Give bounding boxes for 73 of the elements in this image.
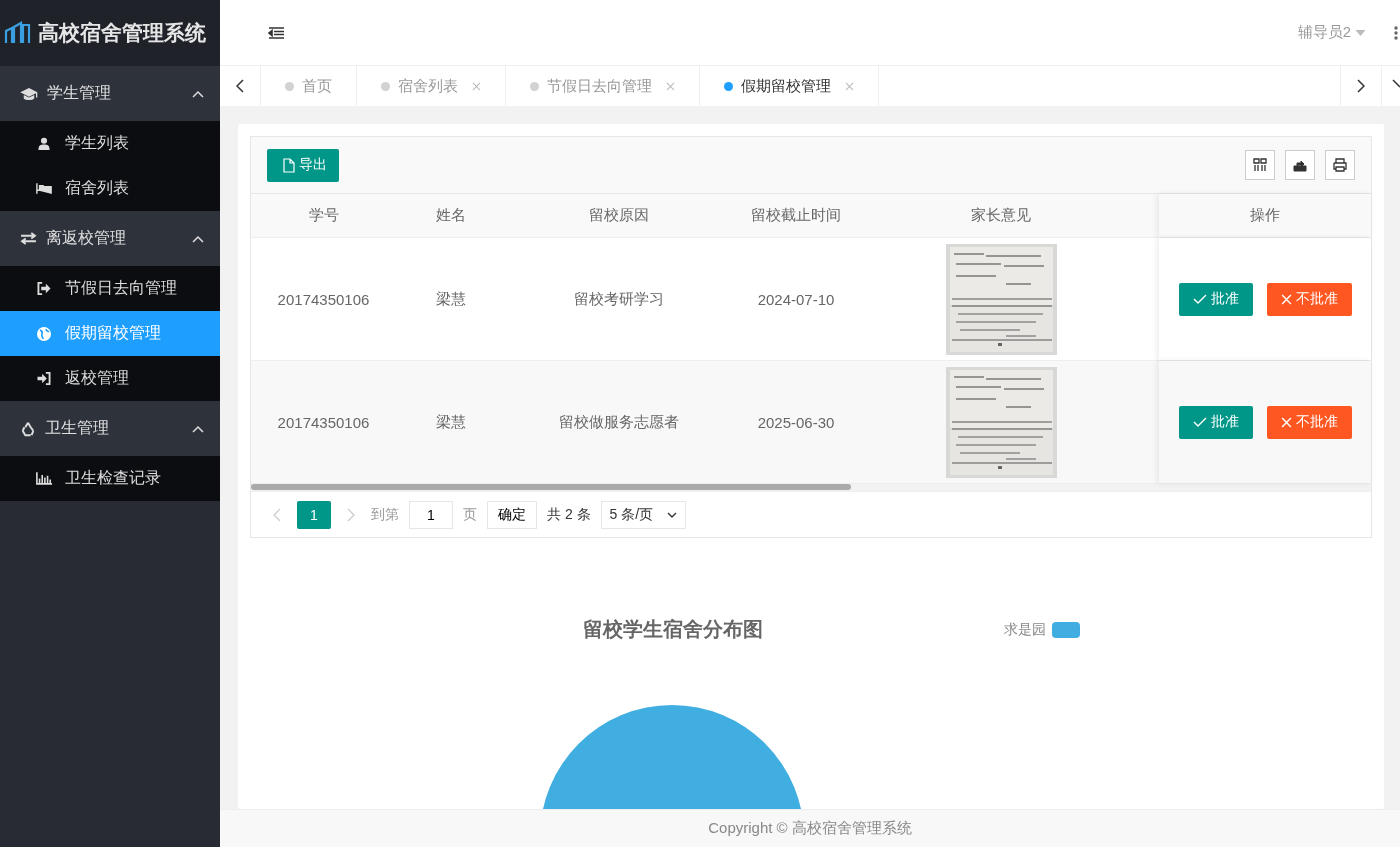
goto-label: 到第 (371, 505, 399, 524)
menu-group[interactable]: 离返校管理 (0, 211, 220, 266)
columns-icon[interactable] (1245, 150, 1275, 180)
export-tray-icon[interactable] (1285, 150, 1315, 180)
copyright-text: Copyright © 高校宿舍管理系统 (708, 819, 912, 838)
close-icon (1280, 416, 1292, 428)
close-icon[interactable] (472, 81, 481, 91)
page-size-select[interactable]: 5 条/页 (600, 500, 687, 529)
close-icon (1280, 293, 1292, 305)
table-cell: 20174350106 (277, 290, 370, 308)
previous-page-icon[interactable] (273, 507, 281, 522)
scrollbar-thumb[interactable] (251, 484, 851, 490)
enter-arrow-icon (36, 372, 52, 385)
scroll-right-button[interactable] (1340, 66, 1382, 106)
app-title: 高校宿舍管理系统 (38, 20, 206, 46)
globe-icon (36, 326, 52, 341)
column-header: 操作 (1159, 194, 1371, 237)
tab-dot-icon (724, 81, 733, 91)
export-button[interactable]: 导出 (267, 148, 339, 182)
close-icon[interactable] (845, 81, 854, 91)
column-header: 留校原因 (587, 205, 650, 225)
table-cell: 2025-06-30 (757, 413, 835, 431)
chevron-icon (192, 234, 204, 243)
approve-button[interactable]: 批准 (1178, 405, 1253, 439)
page-button[interactable]: 1 (297, 500, 331, 529)
column-header: 学号 (307, 205, 340, 225)
file-icon (283, 157, 295, 173)
chart-title: 留校学生宿舍分布图 (583, 617, 764, 642)
column-header: 姓名 (435, 205, 467, 225)
confirm-button[interactable]: 确定 (487, 500, 537, 529)
print-icon[interactable] (1325, 150, 1355, 180)
user-icon (36, 137, 52, 150)
menu-item[interactable]: 返校管理 (0, 356, 220, 401)
exit-arrow-icon (36, 282, 52, 295)
chevron-right-icon (1357, 79, 1365, 93)
check-icon (1192, 294, 1207, 304)
page-tab[interactable]: 假期留校管理 (700, 66, 879, 106)
bed-icon (36, 183, 52, 194)
tab-dot-icon (285, 81, 294, 91)
column-header: 家长意见 (970, 205, 1032, 225)
more-icon[interactable] (1394, 25, 1398, 40)
legend-label: 求是园 (1004, 620, 1046, 639)
chevron-left-icon (236, 79, 244, 93)
chevron-icon (192, 89, 204, 98)
swap-arrows-icon (20, 232, 37, 245)
menu-collapse-icon[interactable] (268, 26, 284, 39)
table-cell: 留校考研学习 (573, 289, 664, 309)
total-count: 共 2 条 (547, 505, 591, 524)
tab-dot-icon (381, 81, 390, 91)
chevron-icon (192, 424, 204, 433)
tab-dot-icon (530, 81, 539, 91)
menu-group[interactable]: 学生管理 (0, 66, 220, 121)
menu-group[interactable]: 卫生管理 (0, 401, 220, 456)
table-cell: 2024-07-10 (757, 290, 835, 308)
table-cell: 梁慧 (436, 412, 466, 432)
menu-item[interactable]: 学生列表 (0, 121, 220, 166)
menu-item[interactable]: 宿舍列表 (0, 166, 220, 211)
close-icon[interactable] (666, 81, 675, 91)
page-number-field[interactable]: 1 (409, 500, 453, 529)
buildings-icon (4, 21, 32, 45)
bar-chart-icon (36, 472, 52, 485)
page-unit-label: 页 (463, 505, 477, 524)
next-page-icon[interactable] (347, 507, 355, 522)
table-cell: 梁慧 (436, 289, 466, 309)
table-cell: 留校做服务志愿者 (558, 412, 679, 432)
approve-button[interactable]: 批准 (1178, 282, 1253, 316)
menu-item[interactable]: 节假日去向管理 (0, 266, 220, 311)
caret-down-icon (1355, 29, 1366, 36)
check-icon (1192, 417, 1207, 427)
column-header: 留校截止时间 (750, 205, 842, 225)
graduation-cap-icon (20, 86, 38, 101)
menu-item[interactable]: 卫生检查记录 (0, 456, 220, 501)
table-cell: 20174350106 (277, 413, 370, 431)
